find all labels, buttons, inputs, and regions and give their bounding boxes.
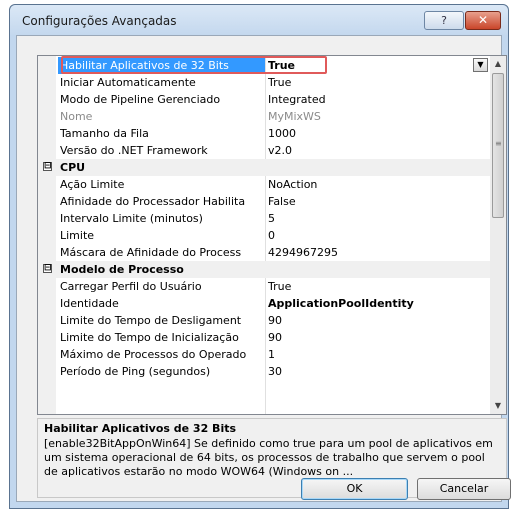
collapse-icon[interactable]: ⊟ — [43, 162, 52, 171]
scroll-thumb[interactable]: ≡ — [492, 73, 504, 218]
property-category[interactable]: ⊟ Modelo de Processo — [38, 261, 490, 278]
property-value[interactable]: True — [268, 278, 291, 295]
property-label: Máscara de Afinidade do Process — [60, 246, 242, 259]
property-value[interactable]: 0 — [268, 227, 275, 244]
property-grid: Habilitar Aplicativos de 32 Bits True Inic… — [37, 55, 507, 415]
property-category[interactable]: ⊟ CPU — [38, 159, 490, 176]
property-row[interactable]: Limite do Tempo de Inicialização 90 — [38, 329, 490, 346]
property-row[interactable]: Período de Ping (segundos) 30 — [38, 363, 490, 380]
property-value[interactable]: 30 — [268, 363, 282, 380]
property-label: Tamanho da Fila — [60, 127, 149, 140]
close-button[interactable]: ✕ — [465, 11, 501, 30]
description-title: Habilitar Aplicativos de 32 Bits — [44, 422, 237, 435]
property-value[interactable]: v2.0 — [268, 142, 292, 159]
property-label: Identidade — [60, 297, 119, 310]
property-label: Intervalo Limite (minutos) — [60, 212, 203, 225]
property-value[interactable]: 5 — [268, 210, 275, 227]
value-dropdown-button[interactable]: ▼ — [473, 58, 488, 72]
property-value[interactable]: True — [268, 74, 291, 91]
property-label: Afinidade do Processador Habilita — [60, 195, 246, 208]
property-row[interactable]: Identidade ApplicationPoolIdentity — [38, 295, 490, 312]
ok-button[interactable]: OK — [301, 478, 408, 500]
vertical-scrollbar[interactable]: ▲ ≡ ▼ — [490, 56, 506, 414]
property-label: Limite do Tempo de Desligament — [60, 314, 242, 327]
collapse-icon[interactable]: ⊟ — [43, 264, 52, 273]
property-label: Ação Limite — [60, 178, 125, 191]
property-label: Carregar Perfil do Usuário — [60, 280, 202, 293]
property-value[interactable]: ApplicationPoolIdentity — [268, 295, 414, 312]
scroll-up-icon[interactable]: ▲ — [490, 56, 506, 72]
property-row[interactable]: Modo de Pipeline Gerenciado Integrated — [38, 91, 490, 108]
property-row[interactable]: Carregar Perfil do Usuário True — [38, 278, 490, 295]
grip-icon: ≡ — [495, 139, 502, 148]
property-value[interactable]: 1000 — [268, 125, 296, 142]
property-value[interactable]: 90 — [268, 329, 282, 346]
property-label: Versão do .NET Framework — [60, 144, 208, 157]
scroll-down-icon[interactable]: ▼ — [490, 398, 506, 414]
cancel-button[interactable]: Cancelar — [417, 478, 511, 500]
property-row[interactable]: Afinidade do Processador Habilita False — [38, 193, 490, 210]
property-row[interactable]: Máscara de Afinidade do Process 429496729… — [38, 244, 490, 261]
property-row[interactable]: Nome MyMixWS — [38, 108, 490, 125]
property-value[interactable]: False — [268, 193, 296, 210]
property-value[interactable]: 1 — [268, 346, 275, 363]
property-row[interactable]: Iniciar Automaticamente True — [38, 74, 490, 91]
property-label: Limite — [60, 229, 95, 242]
property-row[interactable]: Limite do Tempo de Desligament 90 — [38, 312, 490, 329]
chevron-down-icon: ▼ — [477, 60, 484, 69]
selected-row-highlight — [61, 56, 327, 74]
property-value[interactable]: 90 — [268, 312, 282, 329]
property-value[interactable]: MyMixWS — [268, 108, 321, 125]
property-label: Nome — [60, 110, 93, 123]
property-row[interactable]: Versão do .NET Framework v2.0 — [38, 142, 490, 159]
property-row[interactable]: Ação Limite NoAction — [38, 176, 490, 193]
category-label: CPU — [60, 161, 86, 174]
property-value[interactable]: Integrated — [268, 91, 326, 108]
property-row[interactable]: Intervalo Limite (minutos) 5 — [38, 210, 490, 227]
property-label: Limite do Tempo de Inicialização — [60, 331, 239, 344]
property-row[interactable]: Tamanho da Fila 1000 — [38, 125, 490, 142]
dialog-client-area: Habilitar Aplicativos de 32 Bits True Inic… — [16, 35, 507, 502]
property-label: Período de Ping (segundos) — [60, 365, 211, 378]
dialog-window: Configurações Avançadas ? ✕ Habilitar Ap… — [9, 4, 511, 509]
property-label: Máximo de Processos do Operado — [60, 348, 247, 361]
help-button[interactable]: ? — [424, 11, 464, 30]
title-bar[interactable]: Configurações Avançadas ? ✕ — [10, 5, 508, 35]
property-value[interactable]: NoAction — [268, 176, 317, 193]
category-label: Modelo de Processo — [60, 263, 184, 276]
property-row[interactable]: Máximo de Processos do Operado 1 — [38, 346, 490, 363]
property-label: Modo de Pipeline Gerenciado — [60, 93, 221, 106]
property-value[interactable]: 4294967295 — [268, 244, 338, 261]
description-text: [enable32BitAppOnWin64] Se definido como… — [44, 437, 493, 478]
property-label: Iniciar Automaticamente — [60, 76, 196, 89]
property-row[interactable]: Limite 0 — [38, 227, 490, 244]
window-title: Configurações Avançadas — [22, 14, 177, 28]
